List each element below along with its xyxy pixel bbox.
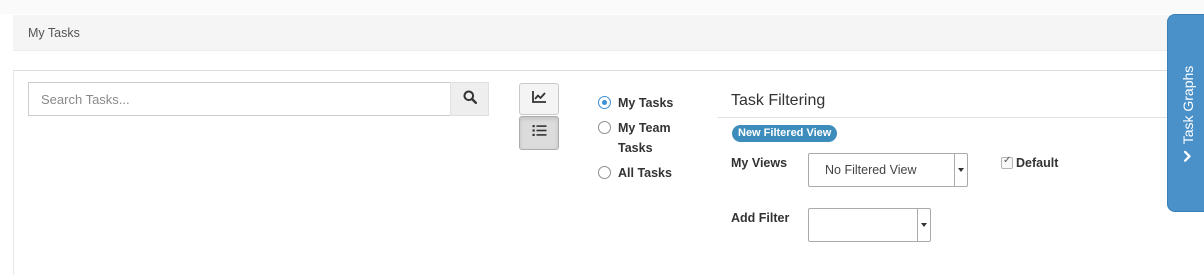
radio-all-tasks[interactable]: All Tasks xyxy=(598,163,708,183)
search-button[interactable] xyxy=(450,82,489,116)
search-bar xyxy=(28,82,489,116)
list-view-button[interactable] xyxy=(519,116,559,150)
radio-label: My Tasks xyxy=(618,96,674,110)
search-icon xyxy=(463,90,477,109)
graph-view-button[interactable] xyxy=(519,83,559,115)
task-graphs-side-tab[interactable]: Task Graphs xyxy=(1167,14,1204,212)
add-filter-select[interactable] xyxy=(808,208,931,242)
chevron-down-icon xyxy=(954,154,967,186)
divider xyxy=(717,117,1167,118)
radio-button[interactable] xyxy=(598,166,611,179)
my-views-label: My Views xyxy=(731,156,788,170)
new-filtered-view-button[interactable]: New Filtered View xyxy=(732,125,838,142)
page-title: My Tasks xyxy=(28,26,80,40)
add-filter-label: Add Filter xyxy=(731,211,790,225)
chevron-down-icon xyxy=(917,209,930,241)
radio-label: My Team Tasks xyxy=(618,121,671,155)
radio-my-tasks[interactable]: My Tasks xyxy=(598,93,708,113)
side-tab-label: Task Graphs xyxy=(1179,65,1196,145)
default-checkbox[interactable]: Default xyxy=(1001,155,1059,170)
search-input[interactable] xyxy=(28,82,451,116)
radio-button[interactable] xyxy=(598,96,611,109)
breadcrumb: My Tasks xyxy=(13,15,1204,51)
my-views-selected-value: No Filtered View xyxy=(825,163,917,177)
list-icon xyxy=(532,124,547,142)
area-chart-icon xyxy=(531,90,547,108)
radio-label: All Tasks xyxy=(618,166,672,180)
task-scope-radio-group: My Tasks My Team Tasks All Tasks xyxy=(598,93,708,188)
checkbox[interactable] xyxy=(1001,155,1013,169)
default-label: Default xyxy=(1016,156,1059,170)
my-views-select[interactable]: No Filtered View xyxy=(808,153,968,187)
top-strip xyxy=(0,0,1204,14)
chevron-right-icon xyxy=(1180,150,1196,162)
side-tab-content: Task Graphs xyxy=(1179,65,1196,162)
task-filtering-heading: Task Filtering xyxy=(731,92,826,109)
radio-button[interactable] xyxy=(598,121,611,134)
radio-my-team-tasks[interactable]: My Team Tasks xyxy=(598,118,708,158)
